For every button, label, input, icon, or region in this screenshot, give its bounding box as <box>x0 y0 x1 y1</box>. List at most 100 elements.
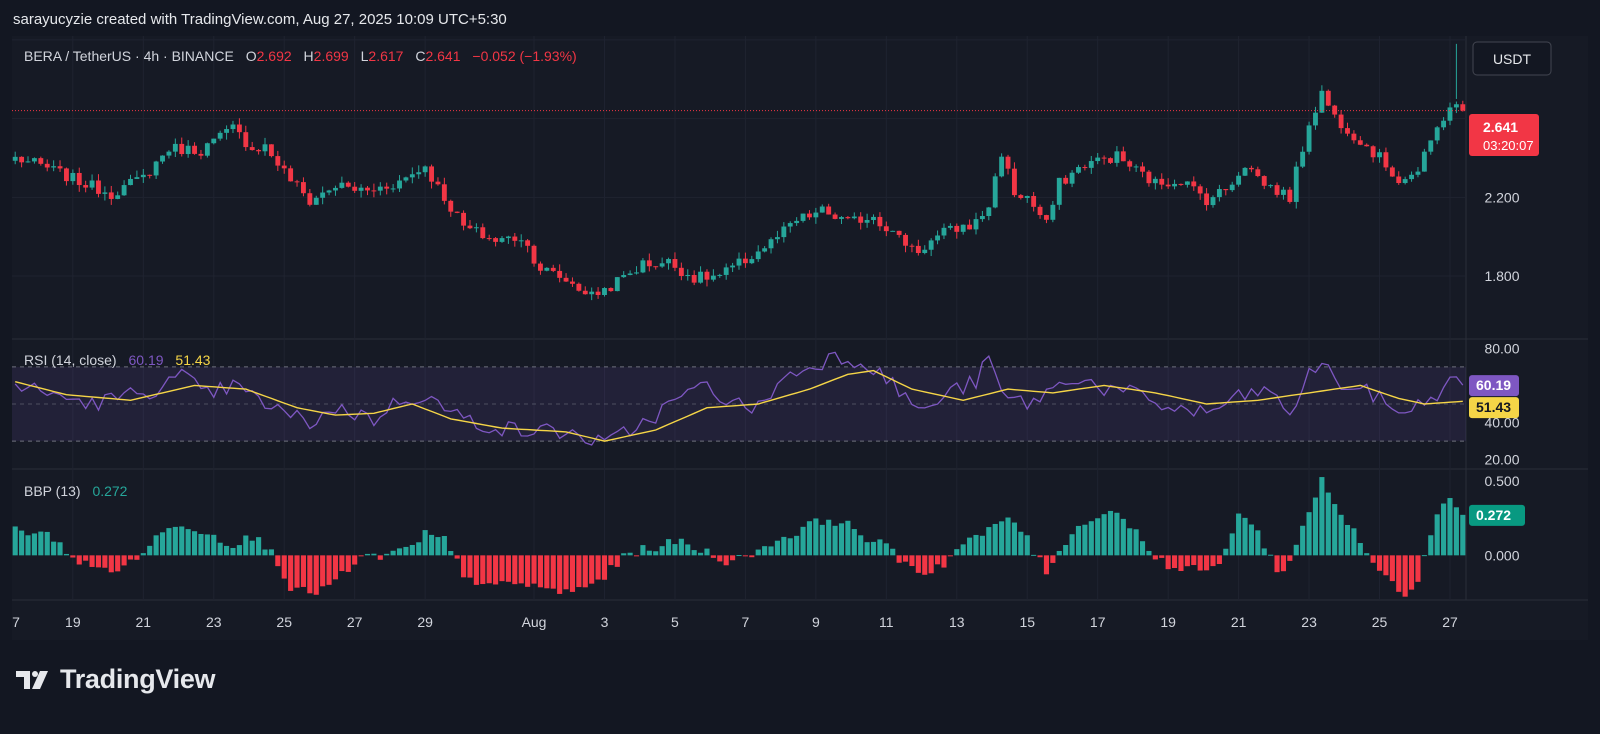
time-tick-label: 25 <box>276 614 292 630</box>
candle-body <box>288 168 294 182</box>
candle-body <box>224 129 230 133</box>
candle-body <box>1364 144 1370 147</box>
open-label: O <box>246 48 257 64</box>
candle-body <box>512 236 518 241</box>
candle-body <box>1191 181 1197 187</box>
candle-body <box>896 230 902 235</box>
rsi-label: RSI (14, close) <box>24 352 117 368</box>
candle-body <box>44 163 50 168</box>
candle-body <box>903 234 908 246</box>
chart-canvas[interactable]: 2.2001.80080.0040.0020.000.5000.0007 19 21… <box>12 36 1588 640</box>
candle-body <box>1460 104 1466 111</box>
time-tick-label: 9 <box>812 614 820 630</box>
candle-body <box>25 161 31 163</box>
candle-body <box>723 267 729 275</box>
candle-body <box>525 240 531 246</box>
time-tick-label: 3 <box>601 614 609 630</box>
candle-body <box>992 176 998 208</box>
candle-body <box>377 186 383 191</box>
candle-body <box>730 265 736 268</box>
candle-body <box>1242 167 1248 176</box>
bbp-bar <box>1210 555 1216 567</box>
time-tick-label: 25 <box>1372 614 1388 630</box>
chart-frame[interactable]: 2.200 1.800 80.00 40.00 20.00 0.500 0.000 7 19 21… <box>12 36 1588 640</box>
bbp-bar <box>762 546 768 556</box>
candle-body <box>1236 175 1242 185</box>
candle-body <box>749 259 755 264</box>
bbp-bar <box>768 546 774 556</box>
bbp-bar <box>179 526 185 556</box>
bbp-bar <box>12 526 18 556</box>
bbp-bar <box>320 555 326 587</box>
bbp-bar <box>1024 535 1030 556</box>
candle-body <box>1165 184 1171 187</box>
candle-body <box>486 238 492 240</box>
bbp-bar <box>1171 555 1178 569</box>
bbp-bar <box>1088 521 1094 556</box>
bbp-bar <box>166 528 172 556</box>
candle-body <box>102 192 108 194</box>
candle-body <box>422 166 428 173</box>
currency-button[interactable]: USDT <box>1472 41 1552 76</box>
bbp-bar <box>1223 548 1229 556</box>
candle-body <box>1172 183 1177 187</box>
bbp-bar <box>1338 514 1344 556</box>
bbp-bar <box>1364 553 1370 556</box>
candle-body <box>301 182 306 194</box>
bbp-bar <box>967 537 973 556</box>
bbp-bar <box>1050 555 1056 563</box>
candle-body <box>646 260 652 267</box>
candle-body <box>1140 166 1145 172</box>
time-tick-label: 29 <box>417 614 433 630</box>
bbp-bar <box>1261 548 1267 556</box>
candle-body <box>1409 174 1414 180</box>
candle-body <box>1325 90 1331 106</box>
currency-button-label: USDT <box>1493 51 1532 67</box>
bbp-bar <box>845 520 851 556</box>
bbp-bar <box>544 555 550 589</box>
candle-body <box>403 177 409 181</box>
candle-body <box>326 190 332 193</box>
candle-body <box>960 224 966 232</box>
candle-body <box>211 138 217 144</box>
bbp-value-badge: 0.272 <box>1469 504 1525 526</box>
bbp-bar <box>448 551 454 556</box>
candle-body <box>256 150 262 152</box>
candle-body <box>518 240 524 242</box>
candle-body <box>768 239 774 249</box>
candle-body <box>249 147 255 151</box>
bbp-bar <box>896 555 902 563</box>
bbp-bar <box>1428 535 1434 556</box>
time-tick-label: 23 <box>206 614 222 630</box>
candle-body <box>973 219 979 230</box>
candle-body <box>1415 171 1421 175</box>
candle-body <box>1389 167 1395 177</box>
bbp-bar <box>601 555 608 580</box>
candle-body <box>1120 151 1126 162</box>
candle-body <box>435 181 441 185</box>
bbp-bar <box>236 545 242 556</box>
bbp-bar <box>1139 541 1146 556</box>
bbp-bar <box>441 536 447 556</box>
candle-body <box>230 124 236 130</box>
candle-body <box>147 174 153 176</box>
bbp-bar <box>742 555 748 557</box>
candle-body <box>858 216 864 223</box>
bbp-bar <box>159 532 166 556</box>
candle-body <box>1428 140 1434 152</box>
bbp-bar <box>928 555 934 574</box>
bbp-bar <box>723 555 729 566</box>
bbp-bar <box>678 538 684 556</box>
last-price-value: 2.641 <box>1483 119 1518 135</box>
bbp-bar <box>63 553 70 556</box>
bbp-bar <box>1460 514 1466 556</box>
candle-body <box>294 181 300 183</box>
bbp-bar <box>902 555 909 562</box>
bbp-bar <box>435 537 441 556</box>
bbp-bar <box>1031 554 1037 556</box>
tradingview-logo[interactable]: TradingView <box>16 664 216 695</box>
bbp-bar <box>736 555 742 557</box>
bbp-bar <box>51 541 57 556</box>
candle-body <box>12 156 18 161</box>
svg-text:BBP (13) 0.272: BBP (13) 0.272 <box>24 483 128 499</box>
